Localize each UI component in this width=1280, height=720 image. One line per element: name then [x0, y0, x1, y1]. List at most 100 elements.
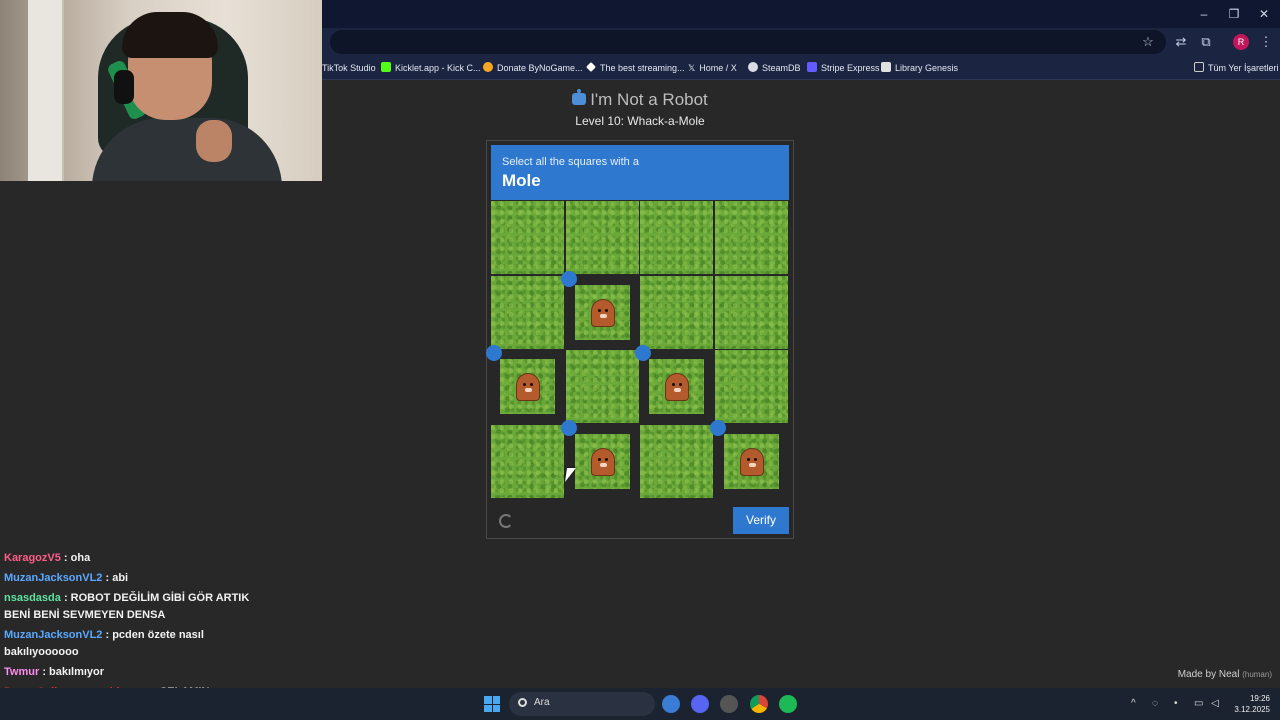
- bookmark-home-x[interactable]: 𝕏 Home / X: [688, 60, 737, 76]
- captcha-tile[interactable]: [714, 201, 788, 274]
- chat-message: nsasdasda : ROBOT DEĞİLİM GİBİ GÖR ARTIK: [4, 590, 249, 607]
- tray-display-icon[interactable]: ▭: [1194, 698, 1203, 709]
- tray-volume-icon[interactable]: ◁: [1211, 698, 1219, 709]
- captcha-tile[interactable]: [565, 350, 639, 423]
- chat-message: MuzanJacksonVL2 : abi: [4, 570, 128, 587]
- profile-avatar[interactable]: R: [1233, 34, 1249, 50]
- captcha-tile[interactable]: [486, 345, 564, 423]
- translate-icon[interactable]: ⇄: [1172, 33, 1190, 51]
- captcha-tile[interactable]: [640, 201, 713, 274]
- kicklet-icon: [381, 62, 391, 72]
- selected-check-icon: [560, 270, 577, 287]
- extensions-icon[interactable]: ⧉: [1197, 33, 1215, 51]
- chat-message: MuzanJacksonVL2 : pcden özete nasıl: [4, 627, 204, 644]
- chat-username[interactable]: Twmur: [4, 666, 39, 678]
- selected-check-icon: [560, 419, 577, 436]
- level-subtitle: Level 10: Whack-a-Mole: [575, 114, 705, 128]
- captcha-widget: Select all the squares with a Mole Verif…: [486, 140, 794, 539]
- all-bookmarks-folder[interactable]: Tüm Yer İşaretleri: [1194, 60, 1279, 76]
- bookmark-label: Stripe Express: [821, 63, 880, 73]
- search-icon: [518, 698, 527, 707]
- grass-image: [714, 201, 788, 274]
- mole-icon: [739, 447, 764, 476]
- grass-image: [640, 424, 713, 498]
- folder-icon: [1194, 62, 1204, 72]
- human-tag: (human): [1242, 670, 1272, 679]
- stripe-icon: [807, 62, 817, 72]
- x-icon: 𝕏: [688, 63, 696, 73]
- bookmark-best-streaming[interactable]: The best streaming...: [586, 60, 685, 76]
- chat-text: : pcden özete nasıl: [105, 629, 204, 641]
- chat-username[interactable]: MuzanJacksonVL2: [4, 572, 102, 584]
- captcha-tile[interactable]: [714, 350, 788, 423]
- bookmark-kicklet[interactable]: Kicklet.app - Kick C...: [381, 60, 481, 76]
- page-title-text: I'm Not a Robot: [590, 90, 708, 109]
- clock-time: 19:26: [1249, 694, 1270, 703]
- grass-image: [565, 350, 639, 423]
- chat-username[interactable]: KaragozV5: [4, 552, 61, 564]
- captcha-tile[interactable]: [560, 270, 639, 349]
- library-icon: [881, 62, 891, 72]
- menu-dots-icon[interactable]: ⋮: [1257, 33, 1275, 51]
- captcha-tile[interactable]: [635, 345, 713, 423]
- webcam-door: [28, 0, 64, 181]
- spotify-icon[interactable]: [779, 695, 797, 713]
- captcha-tile[interactable]: [491, 424, 564, 498]
- captcha-tile[interactable]: [491, 201, 564, 274]
- reload-icon[interactable]: [499, 514, 513, 528]
- taskbar-search-label: Ara: [534, 697, 550, 708]
- tray-chevron-icon[interactable]: ^: [1131, 698, 1136, 709]
- grass-image: [640, 201, 713, 274]
- bookmark-steamdb[interactable]: SteamDB: [748, 60, 801, 76]
- diamond-icon: [586, 62, 596, 72]
- chat-text: bakılıyoooooo: [4, 646, 79, 658]
- bookmark-star-icon[interactable]: ☆: [1139, 33, 1157, 51]
- made-by-credit: Made by Neal (human): [1178, 669, 1272, 680]
- captcha-tile[interactable]: [640, 424, 713, 498]
- captcha-tile[interactable]: [640, 275, 713, 349]
- close-icon[interactable]: ✕: [1254, 6, 1274, 22]
- app-icon[interactable]: [720, 695, 738, 713]
- robot-icon: [572, 89, 587, 105]
- bookmark-library-genesis[interactable]: Library Genesis: [881, 60, 958, 76]
- restore-icon[interactable]: ❐: [1224, 6, 1244, 22]
- grass-image: [565, 201, 639, 274]
- made-by-text: Made by Neal: [1177, 669, 1240, 680]
- chat-message: KaragozV5 : oha: [4, 550, 90, 567]
- taskbar-clock[interactable]: 19:26 3.12.2025: [1234, 693, 1270, 715]
- taskbar-search[interactable]: Ara: [509, 692, 655, 716]
- chat-username[interactable]: MuzanJacksonVL2: [4, 629, 102, 641]
- mole-icon: [516, 373, 540, 401]
- webcam-headphone: [114, 70, 134, 104]
- url-field[interactable]: [330, 30, 1166, 54]
- tray-mic-icon[interactable]: •: [1174, 698, 1178, 709]
- captcha-grid: [486, 201, 789, 499]
- captcha-tile[interactable]: [491, 275, 564, 349]
- captcha-tile[interactable]: [565, 201, 639, 274]
- bookmark-label: Library Genesis: [895, 63, 959, 73]
- captcha-tile[interactable]: [560, 419, 639, 498]
- settings-app-icon[interactable]: [662, 695, 680, 713]
- discord-icon[interactable]: [691, 695, 709, 713]
- chrome-icon[interactable]: [750, 695, 768, 713]
- captcha-tile[interactable]: [714, 275, 788, 349]
- chat-text: : bakılmıyor: [42, 666, 105, 678]
- bookmark-stripe-express[interactable]: Stripe Express: [807, 60, 880, 76]
- chat-message: Twmur : bakılmıyor: [4, 664, 104, 681]
- verify-button[interactable]: Verify: [733, 507, 789, 534]
- start-icon[interactable]: [484, 696, 500, 712]
- bookmark-label: Donate ByNoGame...: [497, 63, 583, 73]
- captcha-header: Select all the squares with a Mole: [491, 145, 789, 200]
- all-bookmarks-label: Tüm Yer İşaretleri: [1208, 63, 1279, 73]
- webcam-streamer-hand: [196, 120, 232, 162]
- clock-date: 3.12.2025: [1234, 705, 1270, 714]
- tray-network-icon[interactable]: ◌: [1152, 698, 1158, 709]
- grass-image: [491, 275, 564, 349]
- bookmark-donate-bynogame[interactable]: Donate ByNoGame...: [483, 60, 583, 76]
- minimize-icon[interactable]: –: [1194, 6, 1214, 22]
- chat-username[interactable]: nsasdasda: [4, 592, 61, 604]
- chat-text: : abi: [105, 572, 129, 584]
- captcha-tile[interactable]: [709, 419, 788, 498]
- bookmark-label: SteamDB: [762, 63, 801, 73]
- bookmark-tiktok-studio[interactable]: TikTok Studio: [322, 60, 376, 76]
